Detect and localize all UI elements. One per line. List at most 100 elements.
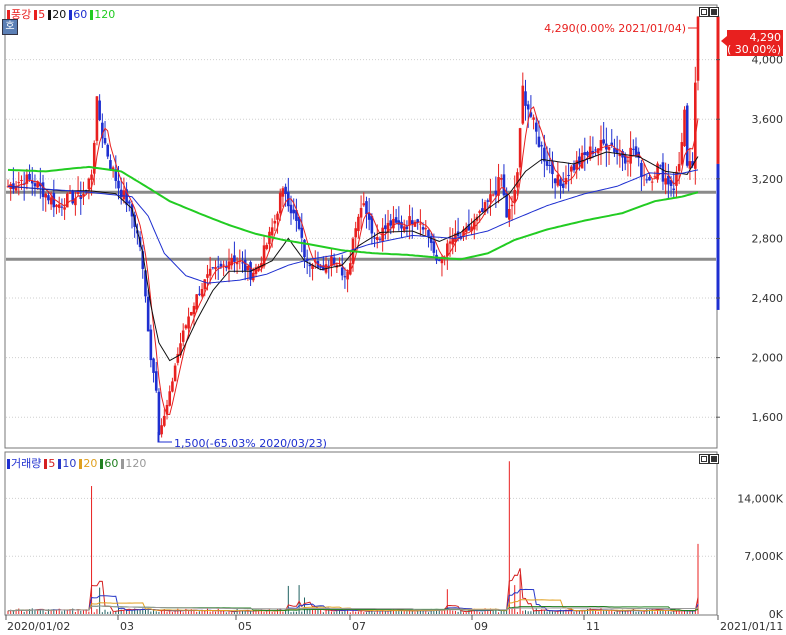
candle-body <box>437 259 441 261</box>
candle-body <box>521 85 525 124</box>
candle-body <box>586 151 589 156</box>
candle-body <box>246 265 250 271</box>
candle-body <box>451 238 455 245</box>
candle-body <box>278 192 282 214</box>
corner-hanja-icon[interactable]: 호 <box>2 19 18 35</box>
candle-body <box>340 267 344 276</box>
candle-body <box>424 228 428 230</box>
legend-label: 60 <box>104 456 119 470</box>
candle-body <box>696 16 700 81</box>
candle-body <box>548 164 552 167</box>
legend-swatch <box>90 9 94 20</box>
candle-body <box>357 216 360 232</box>
legend-swatch <box>58 458 62 469</box>
legend-item: 120 <box>121 457 146 470</box>
low-annotation: 1,500(-65.03% 2020/03/23) <box>174 437 327 450</box>
candle-body <box>570 166 573 172</box>
candle-body <box>486 200 490 202</box>
candle-body <box>607 146 611 150</box>
current-change-label: ( 30.00%) <box>727 43 781 56</box>
candle-body <box>602 139 605 144</box>
candle-body <box>65 193 69 208</box>
candle-body <box>578 156 581 165</box>
volume-tick-label: 7,000K <box>744 550 783 563</box>
candle-body <box>243 259 247 271</box>
date-tick-label: 2020/01/02 <box>7 620 70 633</box>
candle-body <box>346 271 349 280</box>
candle-body <box>117 180 120 189</box>
candle-body <box>427 230 430 237</box>
stock-chart[interactable]: 4,0003,6003,2002,8002,4002,0001,60014,00… <box>0 0 786 635</box>
candle-body <box>683 109 686 147</box>
candle-body <box>28 173 31 180</box>
candle-body <box>265 244 269 249</box>
candle-body <box>677 164 681 172</box>
candle-body <box>270 227 274 236</box>
candle-body <box>273 220 277 224</box>
legend-swatch <box>69 9 73 20</box>
candle-body <box>545 161 549 166</box>
candle-body <box>389 220 393 226</box>
legend-item: 10 <box>58 457 76 470</box>
legend-label: 60 <box>73 7 88 21</box>
candle-body <box>284 186 287 195</box>
candle-body <box>373 237 376 239</box>
legend-item: 거래량 <box>7 455 41 471</box>
legend-item: 20 <box>48 8 66 21</box>
candle-body <box>203 279 207 290</box>
date-tick-label: 11 <box>586 620 600 633</box>
legend-label: 거래량 <box>11 457 42 470</box>
candle-body <box>17 182 21 184</box>
volume-legend: 거래량 5 10 20 60 120 <box>7 455 146 471</box>
price-panel-maximize-icon[interactable] <box>699 7 709 17</box>
candle-body <box>206 274 209 278</box>
candle-body <box>308 264 312 267</box>
legend-label: 20 <box>83 456 98 470</box>
legend-swatch <box>121 458 125 469</box>
candle-body <box>55 204 58 207</box>
candle-body <box>276 213 279 220</box>
candle-body <box>33 183 37 187</box>
candle-body <box>553 178 557 184</box>
candle-body <box>154 371 158 391</box>
candle-body <box>95 96 99 141</box>
candle-body <box>146 296 150 332</box>
candle-body <box>49 197 53 205</box>
candle-body <box>184 325 188 329</box>
candle-body <box>208 268 212 276</box>
volume-tick-label: 14,000K <box>737 492 783 505</box>
candle-body <box>109 160 112 170</box>
candle-body <box>419 223 422 225</box>
legend-label: 20 <box>52 7 67 21</box>
price-tick-label: 3,600 <box>752 113 784 126</box>
candle-body <box>685 105 689 166</box>
date-tick-label: 03 <box>120 620 134 633</box>
price-panel-close-icon[interactable] <box>709 7 719 17</box>
candle-body <box>556 174 560 186</box>
candle-body <box>502 174 506 196</box>
candle-body <box>60 206 64 208</box>
current-candle-down <box>716 163 720 310</box>
candle-body <box>241 262 244 264</box>
candle-body <box>343 276 347 278</box>
candle-body <box>98 100 101 121</box>
candle-body <box>572 164 576 171</box>
price-tick-label: 1,600 <box>752 411 784 424</box>
candle-body <box>289 204 293 214</box>
candle-body <box>68 192 72 194</box>
candle-body <box>365 201 368 215</box>
volume-panel-close-icon[interactable] <box>709 454 719 464</box>
candle-body <box>402 226 406 231</box>
candle-body <box>400 221 403 229</box>
candle-body <box>122 190 126 200</box>
volume-panel-maximize-icon[interactable] <box>699 454 709 464</box>
legend-item: 20 <box>79 457 97 470</box>
legend-swatch <box>79 458 83 469</box>
candle-body <box>650 181 654 183</box>
candle-body <box>216 266 220 268</box>
candle-body <box>87 178 91 189</box>
legend-swatch <box>48 9 52 20</box>
candle-body <box>559 179 562 187</box>
candle-body <box>499 178 503 180</box>
candle-body <box>71 191 74 204</box>
